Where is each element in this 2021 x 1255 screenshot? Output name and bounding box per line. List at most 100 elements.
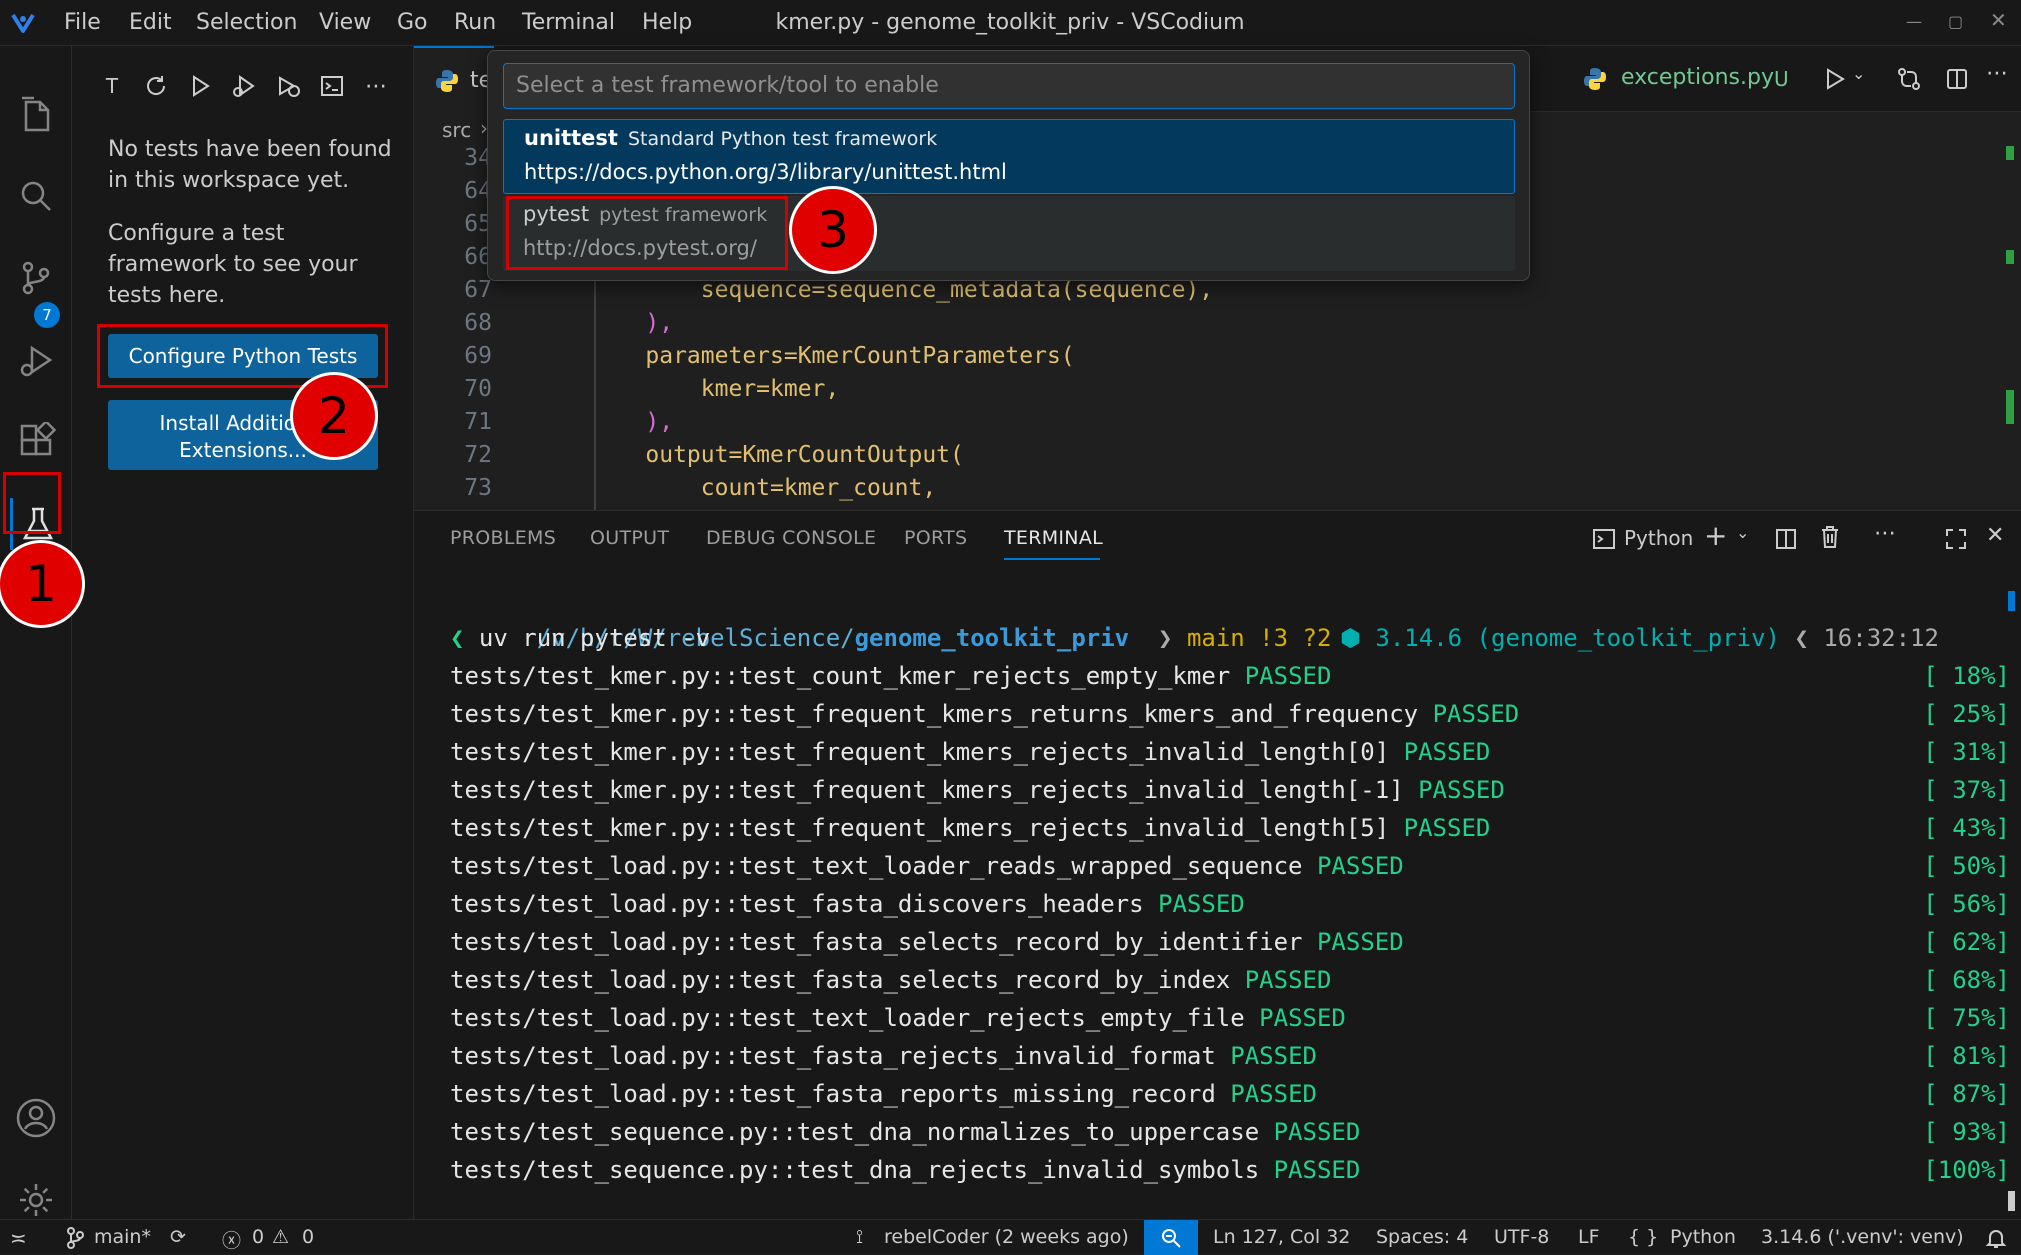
test-progress: [ 75%] [1923, 1004, 2010, 1032]
source-control-icon[interactable] [10, 252, 62, 304]
remote-icon[interactable]: ≍ [10, 1226, 27, 1250]
end-of-line[interactable]: LF [1578, 1226, 1600, 1248]
test-status: PASSED [1273, 1118, 1361, 1146]
test-status: PASSED [1230, 1042, 1317, 1070]
test-progress: [ 37%] [1923, 776, 2010, 804]
tab-problems[interactable]: PROBLEMS [450, 527, 556, 549]
sidebar-title-letter: T [105, 74, 119, 98]
test-progress: [ 43%] [1923, 814, 2010, 842]
refresh-tests-icon[interactable] [136, 66, 176, 106]
test-status: PASSED [1244, 662, 1332, 690]
notifications-bell-icon[interactable] [1984, 1226, 2008, 1250]
sync-icon[interactable]: ⟳ [170, 1226, 186, 1248]
git-branch[interactable]: main* [94, 1226, 151, 1248]
indentation[interactable]: Spaces: 4 [1376, 1226, 1468, 1248]
debug-tests-icon[interactable] [224, 66, 264, 106]
account-icon[interactable] [10, 1092, 62, 1144]
language-mode[interactable]: Python [1670, 1226, 1736, 1248]
split-editor-icon[interactable] [1942, 64, 1972, 94]
terminal-profile-label[interactable]: Python [1624, 526, 1693, 550]
encoding[interactable]: UTF-8 [1494, 1226, 1549, 1248]
maximize-panel-icon[interactable] [1942, 525, 1970, 553]
run-python-file-icon[interactable] [1820, 64, 1850, 94]
tab-active[interactable]: te [414, 46, 494, 112]
menu-run[interactable]: Run [454, 10, 496, 35]
panel-more-icon[interactable]: ⋯ [1874, 521, 1896, 546]
test-framework-input[interactable]: Select a test framework/tool to enable [503, 63, 1515, 109]
scrollbar-change-marker [2006, 146, 2014, 160]
terminal[interactable]: /v/h/r/W/rebelScience/genome_toolkit_pri… [414, 571, 2021, 1220]
test-status: PASSED [1403, 738, 1491, 766]
test-progress: [ 18%] [1923, 662, 2010, 690]
test-result-line: tests/test_load.py::test_text_loader_rej… [450, 999, 2010, 1037]
breadcrumb[interactable]: src [442, 118, 471, 142]
tab-debug-console[interactable]: DEBUG CONSOLE [706, 527, 876, 549]
warning-icon: ⚠ [272, 1226, 290, 1248]
annotation-badge-2: 2 [290, 372, 378, 460]
code-line: 73 count=kmer_count, [464, 475, 937, 501]
explorer-icon[interactable] [10, 88, 62, 140]
test-result-line: tests/test_load.py::test_fasta_reports_m… [450, 1075, 2010, 1113]
tab-terminal[interactable]: TERMINAL [1004, 527, 1103, 549]
more-actions-icon[interactable]: ⋯ [356, 66, 396, 106]
cursor-position[interactable]: Ln 127, Col 32 [1213, 1226, 1350, 1248]
run-debug-icon[interactable] [10, 334, 62, 386]
test-id: tests/test_kmer.py::test_frequent_kmers_… [450, 738, 1390, 766]
bottom-panel: PROBLEMS OUTPUT DEBUG CONSOLE PORTS TERM… [414, 510, 2021, 1219]
code-line: 69 parameters=KmerCountParameters( [464, 343, 1075, 369]
test-status: PASSED [1244, 966, 1332, 994]
new-terminal-icon[interactable]: + [1704, 519, 1727, 552]
show-output-icon[interactable] [312, 66, 352, 106]
test-id: tests/test_load.py::test_text_loader_rea… [450, 852, 1303, 880]
tab-exceptions[interactable]: exceptions.py [1621, 65, 1774, 90]
test-progress: [ 87%] [1923, 1080, 2010, 1108]
search-icon[interactable] [10, 170, 62, 222]
terminal-profile-icon [1590, 525, 1618, 553]
terminal-prompt: /v/h/r/W/rebelScience/genome_toolkit_pri… [536, 624, 1939, 652]
test-id: tests/test_load.py::test_fasta_selects_r… [450, 928, 1303, 956]
test-result-line: tests/test_kmer.py::test_frequent_kmers_… [450, 771, 2010, 809]
git-blame[interactable]: rebelCoder (2 weeks ago) [884, 1226, 1129, 1248]
menu-selection[interactable]: Selection [196, 10, 297, 35]
testing-sidebar: T ⋯ No tests have been found in this wor… [72, 46, 414, 1219]
error-count[interactable]: 0 [252, 1226, 264, 1248]
tab-ports[interactable]: PORTS [904, 527, 967, 549]
run-tests-icon[interactable] [180, 66, 220, 106]
annotation-badge-3: 3 [789, 186, 877, 274]
title-bar: File Edit Selection View Go Run Terminal… [0, 0, 2021, 46]
test-progress: [ 68%] [1923, 966, 2010, 994]
run-dropdown-chevron-icon[interactable]: ⌄ [1852, 64, 1865, 83]
test-id: tests/test_kmer.py::test_frequent_kmers_… [450, 776, 1404, 804]
tab-exceptions-status: U [1774, 67, 1789, 91]
compare-changes-icon[interactable] [1894, 64, 1924, 94]
terminal-dropdown-chevron-icon[interactable]: ⌄ [1736, 523, 1749, 542]
menu-go[interactable]: Go [397, 10, 428, 35]
minimize-icon[interactable]: — [1906, 12, 1922, 31]
test-result-line: tests/test_load.py::test_fasta_selects_r… [450, 961, 2010, 999]
terminal-scrollbar[interactable] [2008, 1191, 2015, 1211]
quick-pick-item-unittest[interactable]: unittest Standard Python test framework h… [503, 119, 1515, 194]
menu-view[interactable]: View [319, 10, 371, 35]
annotation-highlight-testing [3, 472, 61, 534]
braces-icon: { } [1628, 1226, 1659, 1248]
tab-output[interactable]: OUTPUT [590, 527, 669, 549]
test-id: tests/test_load.py::test_text_loader_rej… [450, 1004, 1245, 1032]
test-result-line: tests/test_load.py::test_text_loader_rea… [450, 847, 2010, 885]
split-terminal-icon[interactable] [1772, 525, 1800, 553]
close-window-icon[interactable]: ✕ [1990, 8, 2007, 32]
warning-count[interactable]: 0 [302, 1226, 314, 1248]
zoom-icon[interactable] [1144, 1220, 1198, 1255]
kill-terminal-icon[interactable] [1816, 523, 1844, 551]
maximize-icon[interactable]: ▢ [1948, 12, 1963, 31]
python-interpreter[interactable]: 3.14.6 ('.venv': venv) [1761, 1226, 1964, 1248]
menu-edit[interactable]: Edit [129, 10, 172, 35]
error-icon: ⓧ [222, 1230, 242, 1252]
source-control-badge: 7 [34, 302, 60, 328]
test-status: PASSED [1403, 814, 1491, 842]
run-with-coverage-icon[interactable] [268, 66, 308, 106]
test-result-line: tests/test_kmer.py::test_frequent_kmers_… [450, 695, 2010, 733]
menu-file[interactable]: File [64, 10, 101, 35]
editor-more-icon[interactable]: ⋯ [1986, 61, 2008, 86]
extensions-icon[interactable] [10, 416, 62, 468]
close-panel-icon[interactable]: ✕ [1986, 523, 2004, 548]
